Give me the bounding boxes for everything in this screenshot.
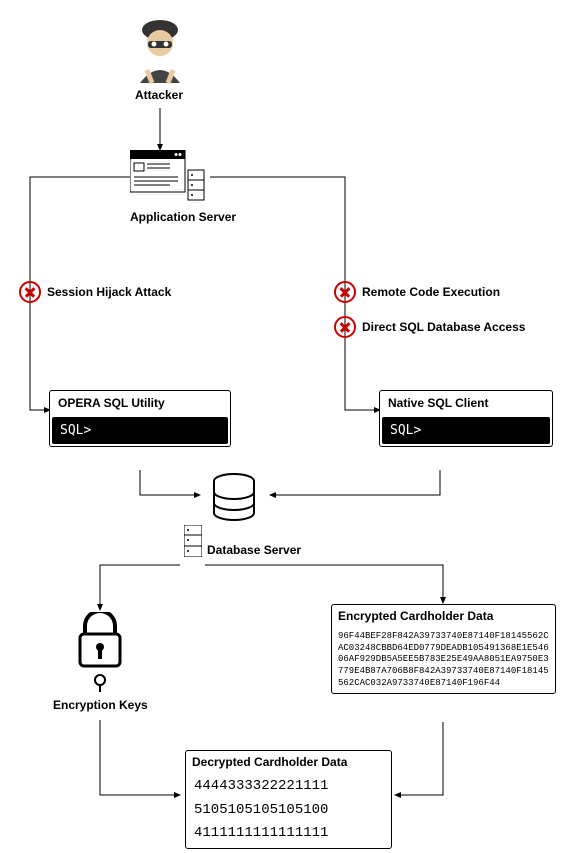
attacker-label: Attacker (135, 88, 183, 104)
decrypted-title: Decrypted Cardholder Data (186, 751, 391, 773)
app-server-icon (130, 150, 210, 208)
x-icon (334, 281, 356, 303)
decrypted-line-1: 5105105105105100 (186, 801, 391, 825)
encrypted-data-box: Encrypted Cardholder Data 96F44BEF28F842… (331, 604, 556, 694)
padlock-icon (75, 612, 125, 695)
opera-console: SQL> (52, 417, 228, 444)
opera-title: OPERA SQL Utility (50, 391, 230, 415)
direct-sql-item: Direct SQL Database Access (334, 316, 525, 338)
direct-sql-label: Direct SQL Database Access (362, 320, 525, 334)
rce-item: Remote Code Execution (334, 281, 500, 303)
native-title: Native SQL Client (380, 391, 552, 415)
opera-sql-box: OPERA SQL Utility SQL> (49, 390, 231, 447)
attacker-icon (132, 15, 188, 88)
encryption-keys-label: Encryption Keys (53, 698, 148, 714)
encrypted-title: Encrypted Cardholder Data (332, 605, 555, 627)
x-icon (334, 316, 356, 338)
database-icon (210, 473, 258, 524)
db-server-label: Database Server (207, 543, 301, 559)
decrypted-data-box: Decrypted Cardholder Data 44443333222211… (185, 750, 392, 849)
decrypted-line-0: 4444333322221111 (186, 773, 391, 801)
native-console: SQL> (382, 417, 550, 444)
native-sql-box: Native SQL Client SQL> (379, 390, 553, 447)
db-server-icon (184, 525, 202, 560)
encrypted-hex: 96F44BEF28F842A39733740E87140F18145562CA… (332, 627, 555, 693)
diagram-canvas: Attacker Application Server Session Hija… (0, 0, 569, 853)
decrypted-line-2: 4111111111111111 (186, 824, 391, 848)
x-icon (19, 281, 41, 303)
session-hijack-item: Session Hijack Attack (19, 281, 171, 303)
rce-label: Remote Code Execution (362, 285, 500, 299)
session-hijack-label: Session Hijack Attack (47, 285, 171, 299)
app-server-label: Application Server (130, 210, 236, 226)
